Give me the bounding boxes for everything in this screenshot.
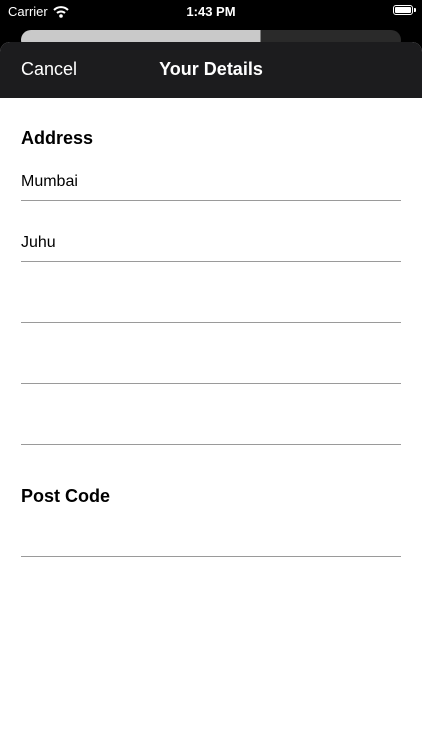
status-bar: Carrier 1:43 PM — [0, 0, 422, 22]
navigation-bar: Cancel Your Details — [0, 42, 422, 98]
address-line-5-field[interactable] — [21, 384, 401, 445]
address-line-2-value: Juhu — [21, 234, 56, 251]
address-line-3-field[interactable] — [21, 262, 401, 323]
details-sheet: Cancel Your Details Address Mumbai Juhu … — [0, 42, 422, 750]
address-line-4-field[interactable] — [21, 323, 401, 384]
address-line-1-field[interactable]: Mumbai — [21, 140, 401, 201]
status-time: 1:43 PM — [186, 4, 236, 19]
address-line-1-value: Mumbai — [21, 173, 78, 190]
battery-icon — [393, 5, 416, 15]
post-code-field[interactable] — [21, 496, 401, 557]
page-title: Your Details — [159, 59, 263, 79]
address-line-2-field[interactable]: Juhu — [21, 201, 401, 262]
